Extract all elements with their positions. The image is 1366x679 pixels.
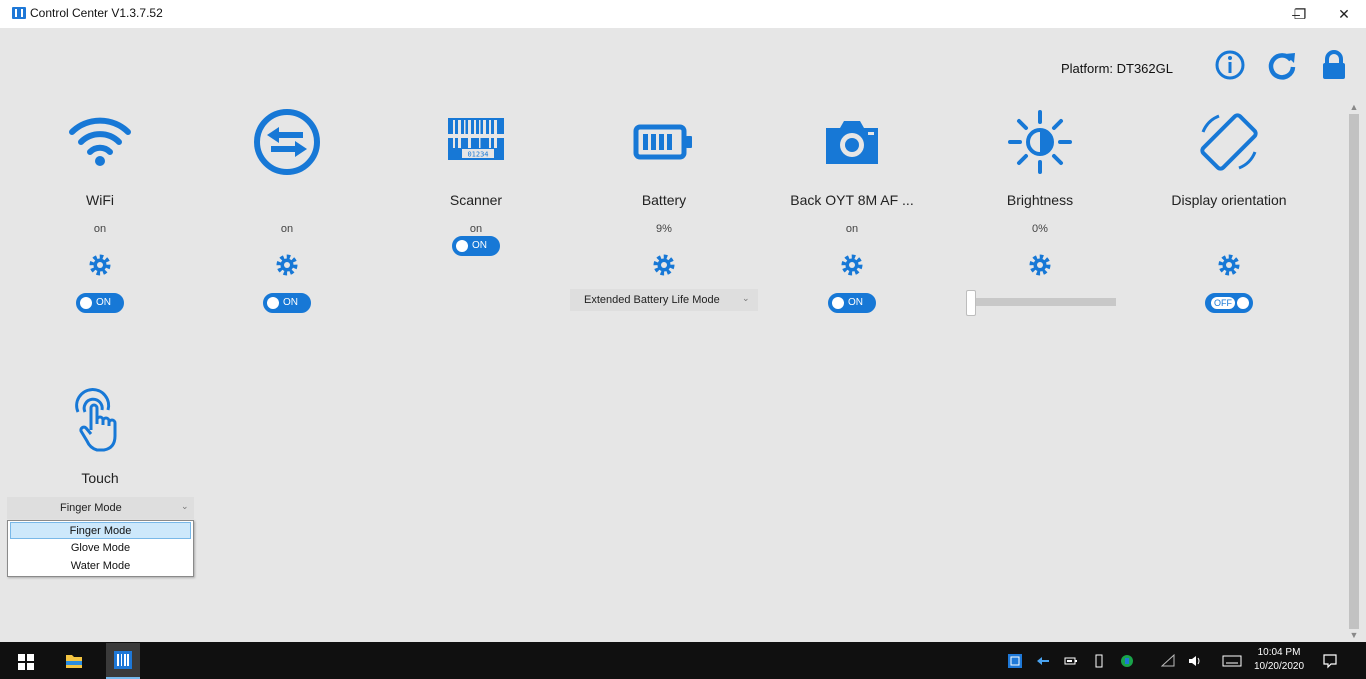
brightness-slider[interactable]	[966, 290, 1116, 316]
tray-volume-icon[interactable]	[1188, 654, 1202, 668]
slider-thumb[interactable]	[966, 290, 976, 316]
wifi-toggle[interactable]: ON	[76, 293, 124, 313]
gear-icon[interactable]	[275, 253, 299, 277]
orientation-toggle[interactable]: OFF	[1205, 293, 1253, 313]
svg-text:01234: 01234	[467, 151, 488, 159]
clock-date: 10/20/2020	[1253, 661, 1305, 672]
toggle-knob	[832, 297, 844, 309]
tile-state: on	[845, 223, 859, 235]
tray-transfer-icon[interactable]	[1036, 654, 1050, 668]
restore-button[interactable]: ❐	[1290, 2, 1310, 26]
touch-mode-dropdown[interactable]: Finger Mode ⌄	[7, 497, 194, 519]
barcode-icon: 01234	[448, 118, 504, 160]
camera-toggle[interactable]: ON	[828, 293, 876, 313]
screen-rotation-icon	[1200, 113, 1258, 171]
chevron-down-icon: ⌄	[181, 501, 189, 511]
tile-label: Battery	[641, 192, 687, 208]
transfer-toggle[interactable]: ON	[263, 293, 311, 313]
toggle-text: ON	[283, 297, 298, 308]
scroll-up-icon[interactable]: ▲	[1349, 102, 1359, 112]
tile-state: on	[93, 223, 107, 235]
tile-transfer: on ON	[197, 108, 377, 313]
tile-state: on	[469, 223, 483, 235]
tray-security-icon[interactable]	[1120, 654, 1134, 668]
info-icon[interactable]	[1214, 49, 1246, 81]
tile-brightness: Brightness 0%	[950, 108, 1130, 308]
scroll-down-icon[interactable]: ▼	[1349, 630, 1359, 640]
file-explorer-icon[interactable]	[65, 652, 83, 670]
taskbar-app-active[interactable]	[106, 643, 140, 679]
wifi-icon	[69, 117, 131, 166]
tray-usb-icon[interactable]	[1092, 654, 1106, 668]
taskbar: 10:04 PM 10/20/2020	[0, 642, 1366, 679]
option-finger-mode[interactable]: Finger Mode	[10, 522, 191, 539]
option-glove-mode[interactable]: Glove Mode	[10, 540, 191, 557]
gear-icon[interactable]	[840, 253, 864, 277]
clock-time: 10:04 PM	[1257, 647, 1301, 658]
vertical-scrollbar[interactable]: ▲ ▼	[1346, 101, 1362, 642]
platform-label: Platform: DT362GL	[1061, 61, 1173, 76]
tile-scanner: 01234 Scanner on ON	[386, 108, 566, 308]
toggle-knob	[80, 297, 92, 309]
tray-app-icon[interactable]	[1008, 654, 1022, 668]
toggle-text: ON	[96, 297, 111, 308]
title-bar: Control Center V1.3.7.52 – ❐ ✕	[0, 0, 1366, 28]
tile-label: Scanner	[449, 192, 503, 208]
gear-icon[interactable]	[88, 253, 112, 277]
toggle-knob	[267, 297, 279, 309]
refresh-icon[interactable]	[1266, 49, 1298, 81]
tile-camera: Back OYT 8M AF ... on ON	[762, 108, 942, 313]
battery-mode-dropdown[interactable]: Extended Battery Life Mode ⌄	[570, 289, 758, 311]
lock-icon[interactable]	[1318, 49, 1350, 81]
gear-icon[interactable]	[1217, 253, 1241, 277]
camera-icon	[826, 121, 878, 164]
toggle-knob	[456, 240, 468, 252]
gear-icon[interactable]	[652, 253, 676, 277]
action-center-icon[interactable]	[1322, 653, 1338, 669]
tile-touch: Touch	[10, 386, 190, 496]
battery-icon	[633, 124, 692, 160]
tile-label: WiFi	[86, 192, 114, 208]
toggle-knob	[1237, 297, 1249, 309]
option-water-mode[interactable]: Water Mode	[10, 558, 191, 575]
tile-wifi: WiFi on ON	[10, 108, 190, 313]
transfer-arrows-icon	[254, 109, 320, 175]
scrollbar-thumb[interactable]	[1349, 114, 1359, 629]
brightness-icon	[1008, 110, 1072, 174]
tile-label: Brightness	[1006, 192, 1074, 208]
tray-battery-icon[interactable]	[1064, 654, 1078, 668]
touch-mode-options: Finger Mode Glove Mode Water Mode	[7, 520, 194, 577]
windows-start-icon[interactable]	[18, 654, 34, 670]
toggle-text: ON	[848, 297, 863, 308]
tile-state: 0%	[1032, 223, 1048, 235]
scanner-toggle[interactable]: ON	[452, 236, 500, 256]
tile-display-orientation: Display orientation OFF	[1139, 108, 1319, 313]
gear-icon[interactable]	[1028, 253, 1052, 277]
tile-label: Display orientation	[1171, 192, 1287, 208]
app-icon	[12, 7, 26, 19]
tile-state: 9%	[656, 223, 672, 235]
close-button[interactable]: ✕	[1322, 2, 1366, 26]
tile-label: Back OYT 8M AF ...	[790, 192, 914, 208]
tile-battery: Battery 9% Extended Battery Life Mode ⌄	[570, 108, 758, 311]
tile-label: Touch	[81, 470, 119, 486]
toggle-text: OFF	[1211, 297, 1235, 309]
tile-state: on	[280, 223, 294, 235]
touch-hand-icon	[75, 388, 117, 452]
tray-keyboard-icon[interactable]	[1222, 654, 1242, 668]
control-center-app-icon	[114, 651, 132, 669]
toggle-text: ON	[472, 240, 487, 251]
slider-track	[970, 298, 1116, 306]
taskbar-clock[interactable]: 10:04 PM 10/20/2020	[1249, 646, 1309, 674]
dropdown-value: Extended Battery Life Mode	[584, 294, 720, 306]
chevron-down-icon: ⌄	[742, 293, 750, 303]
dropdown-value: Finger Mode	[60, 502, 122, 514]
window-title: Control Center V1.3.7.52	[30, 6, 163, 20]
tray-wifi-icon[interactable]	[1161, 654, 1175, 668]
